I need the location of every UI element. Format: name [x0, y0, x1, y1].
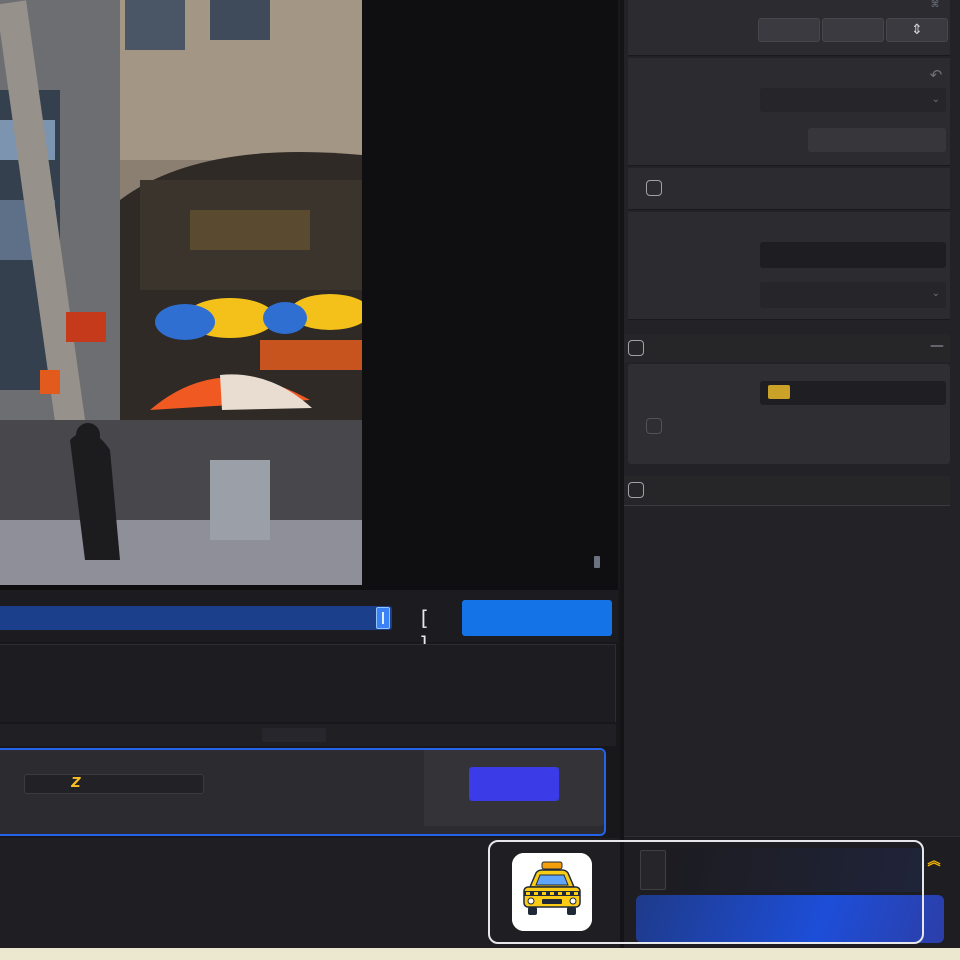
reset-icon[interactable]: ↶: [926, 66, 946, 84]
properties-panel: [0, 644, 616, 722]
edit-icon: Z: [71, 776, 81, 791]
effect-section-header[interactable]: [624, 334, 950, 362]
video-frame[interactable]: [0, 0, 362, 585]
status-strip: [0, 948, 960, 960]
taxi-icon[interactable]: [512, 853, 592, 931]
value-dropdown[interactable]: ⌄: [760, 282, 946, 308]
effect-option-checkbox[interactable]: [646, 418, 662, 434]
effect-section-body: [628, 364, 950, 464]
segment-button-1[interactable]: [758, 18, 820, 42]
option-checkbox[interactable]: [646, 180, 662, 196]
chevron-double-up-icon[interactable]: ︽: [924, 852, 944, 872]
chevron-down-icon: ⌄: [931, 94, 940, 105]
primary-action-button[interactable]: [462, 600, 612, 636]
collapse-icon[interactable]: —: [930, 338, 944, 354]
video-frame-image: [0, 0, 362, 585]
clip-name-input[interactable]: [24, 774, 204, 794]
clip-action-button[interactable]: [469, 767, 559, 801]
adjust-dropdown[interactable]: ⌄: [760, 88, 946, 112]
options-icon[interactable]: ⌘: [924, 0, 946, 10]
flip-vertical-button[interactable]: ⇕: [886, 18, 948, 42]
chevron-down-icon: ⌄: [931, 288, 940, 299]
in-out-bracket-button[interactable]: [ ]: [406, 605, 446, 656]
option-row: [628, 168, 950, 210]
adjust-button[interactable]: [808, 128, 946, 152]
trim-handle[interactable]: [376, 607, 390, 629]
segment-button-2[interactable]: [822, 18, 884, 42]
second-section-checkbox[interactable]: [628, 482, 644, 498]
zoom-indicator: [594, 556, 600, 568]
color-swatch[interactable]: [768, 385, 790, 399]
value-input[interactable]: [760, 242, 946, 268]
effect-enable-checkbox[interactable]: [628, 340, 644, 356]
taxi-icon-graphic: [512, 853, 592, 931]
trim-track[interactable]: [0, 606, 392, 630]
second-section-header[interactable]: [624, 476, 950, 506]
timeline-tab[interactable]: [262, 728, 326, 742]
